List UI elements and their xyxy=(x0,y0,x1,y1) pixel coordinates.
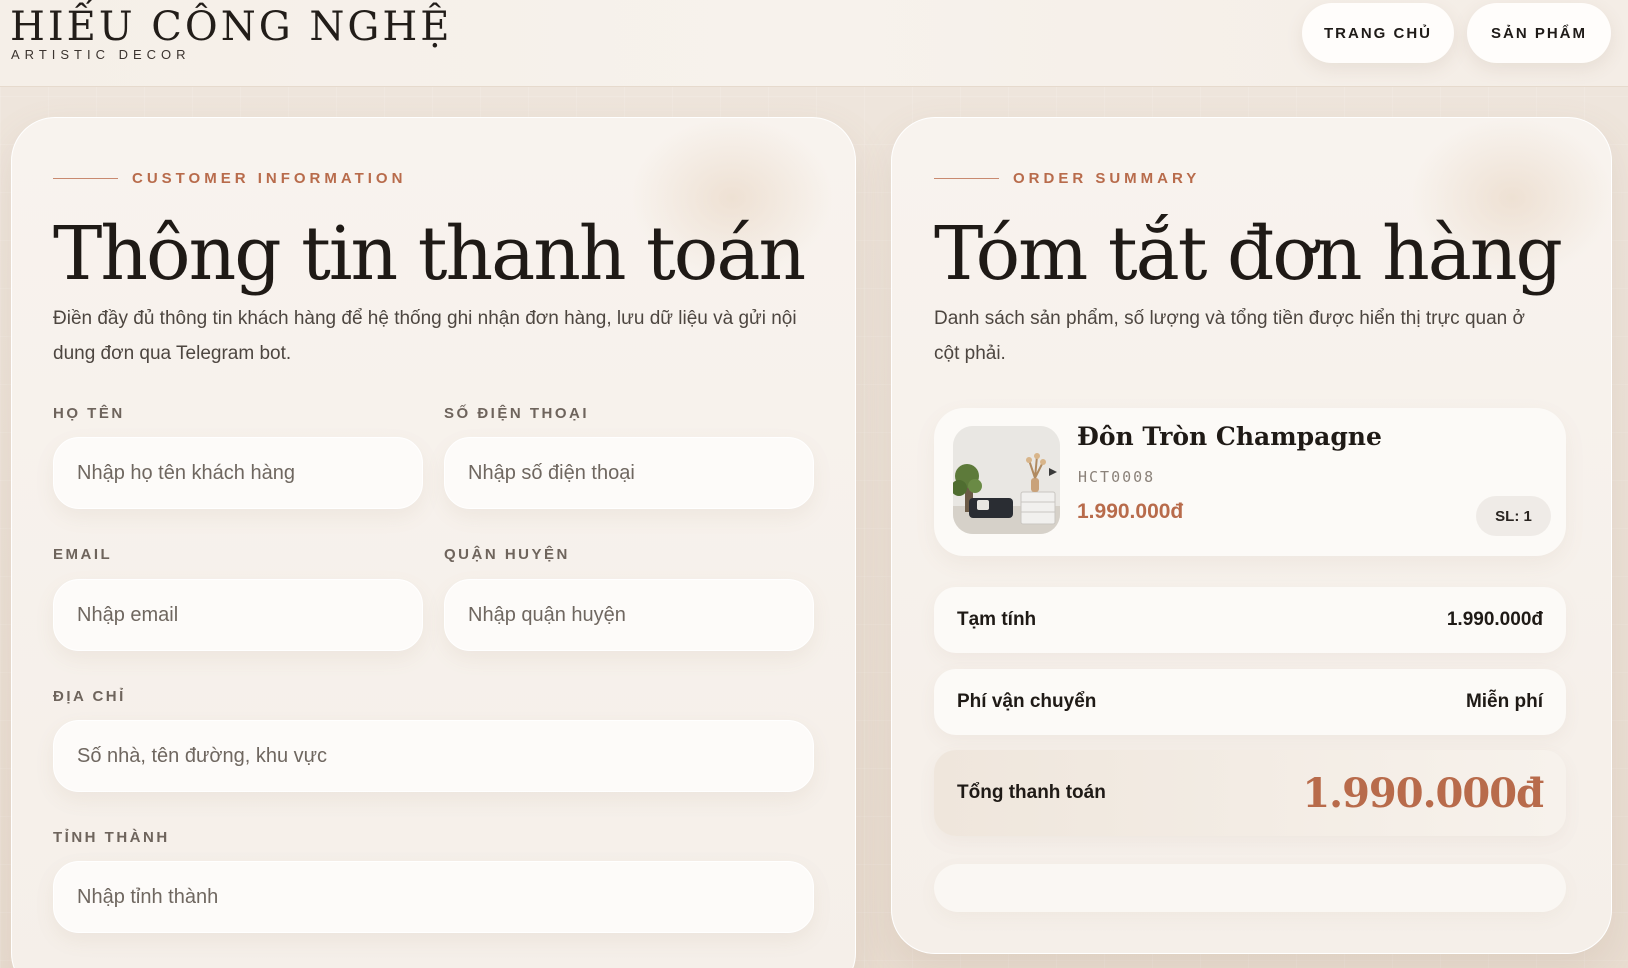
total-row: Tổng thanh toán 1.990.000đ xyxy=(934,750,1566,836)
brand-logo-subtitle: ARTISTIC DECOR xyxy=(11,47,191,62)
brand-logo-title[interactable]: HIẾU CÔNG NGHỆ xyxy=(10,0,452,54)
shipping-row: Phí vận chuyển Miễn phí xyxy=(934,669,1566,735)
eyebrow-divider xyxy=(934,178,999,179)
cart-item: Đôn Tròn Champagne HCT0008 1.990.000đ SL… xyxy=(934,408,1566,556)
order-summary-eyebrow-text: ORDER SUMMARY xyxy=(1013,170,1201,187)
nav-products-button[interactable]: SẢN PHẨM xyxy=(1467,3,1611,63)
total-label: Tổng thanh toán xyxy=(957,782,1106,803)
subtotal-value: 1.990.000đ xyxy=(1446,609,1543,630)
subtotal-row: Tạm tính 1.990.000đ xyxy=(934,587,1566,653)
quantity-badge: SL: 1 xyxy=(1476,496,1551,536)
order-summary-card: ORDER SUMMARY Tóm tắt đơn hàng Danh sách… xyxy=(891,117,1612,954)
product-image-icon xyxy=(953,426,1060,534)
product-name[interactable]: Đôn Tròn Champagne xyxy=(1077,422,1382,451)
eyebrow-divider xyxy=(53,178,118,179)
shipping-value: Miễn phí xyxy=(1465,691,1543,712)
phone-label: SỐ ĐIỆN THOẠI xyxy=(444,405,590,422)
summary-footer-bar xyxy=(934,864,1566,912)
customer-info-eyebrow: CUSTOMER INFORMATION xyxy=(53,170,406,187)
nav-home-button[interactable]: TRANG CHỦ xyxy=(1302,3,1454,63)
product-price: 1.990.000đ xyxy=(1077,500,1184,523)
total-value: 1.990.000đ xyxy=(1302,769,1544,817)
order-summary-eyebrow: ORDER SUMMARY xyxy=(934,170,1200,187)
name-input[interactable] xyxy=(53,437,423,509)
city-label: TỈNH THÀNH xyxy=(53,829,170,846)
checkout-description: Điền đầy đủ thông tin khách hàng để hệ t… xyxy=(53,308,797,364)
checkout-title: Thông tin thanh toán xyxy=(53,211,806,297)
order-summary-description: Danh sách sản phẩm, số lượng và tổng tiề… xyxy=(934,308,1525,364)
product-sku: HCT0008 xyxy=(1078,468,1156,486)
name-label: HỌ TÊN xyxy=(53,405,125,422)
district-input[interactable] xyxy=(444,579,814,651)
address-input[interactable] xyxy=(53,720,814,792)
product-thumbnail[interactable] xyxy=(953,426,1060,534)
shipping-label: Phí vận chuyển xyxy=(957,691,1097,712)
phone-input[interactable] xyxy=(444,437,814,509)
address-label: ĐỊA CHỈ xyxy=(53,688,126,705)
city-input[interactable] xyxy=(53,861,814,933)
order-summary-title: Tóm tắt đơn hàng xyxy=(934,211,1563,297)
email-input[interactable] xyxy=(53,579,423,651)
site-header: HIẾU CÔNG NGHỆ ARTISTIC DECOR TRANG CHỦ … xyxy=(0,0,1628,87)
district-label: QUẬN HUYỆN xyxy=(444,546,570,563)
email-label: EMAIL xyxy=(53,546,113,563)
customer-info-eyebrow-text: CUSTOMER INFORMATION xyxy=(132,170,407,187)
customer-info-card: CUSTOMER INFORMATION Thông tin thanh toá… xyxy=(11,117,856,968)
subtotal-label: Tạm tính xyxy=(957,609,1037,630)
